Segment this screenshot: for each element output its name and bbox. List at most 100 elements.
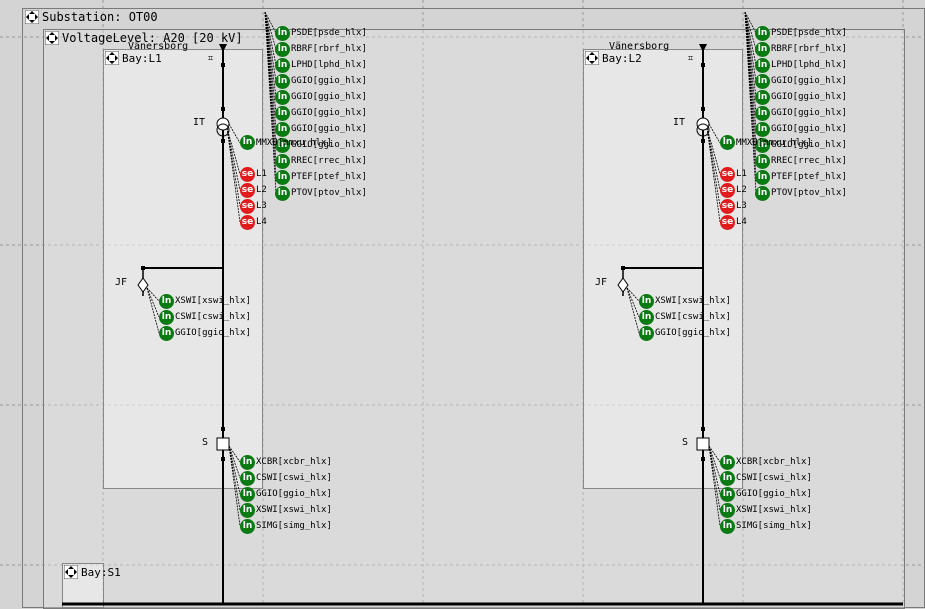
ln-node-badge[interactable]: ln — [240, 471, 255, 486]
se-node-badge[interactable]: se — [240, 167, 255, 182]
ln-node-badge[interactable]: ln — [755, 170, 770, 185]
ln-node-badge[interactable]: ln — [240, 519, 255, 534]
ln-node-badge[interactable]: ln — [275, 58, 290, 73]
ln-node-badge[interactable]: ln — [755, 186, 770, 201]
logical-node-label: RREC[rrec_hlx] — [771, 156, 847, 166]
ln-node-badge[interactable]: ln — [720, 503, 735, 518]
ln-node-badge[interactable]: ln — [275, 90, 290, 105]
ln-node-badge[interactable]: ln — [639, 310, 654, 325]
ln-node-badge[interactable]: ln — [275, 186, 290, 201]
se-node-badge[interactable]: se — [720, 167, 735, 182]
equipment-label-jf: JF — [115, 277, 128, 288]
logical-node-label: PSDE[psde_hlx] — [291, 28, 367, 38]
ln-node-badge[interactable]: ln — [755, 154, 770, 169]
ln-node-badge[interactable]: ln — [275, 122, 290, 137]
sensor-label: L2 — [256, 185, 267, 195]
logical-node-label: CSWI[cswi_hlx] — [655, 312, 731, 322]
logical-node-label: XSWI[xswi_hlx] — [655, 296, 731, 306]
equipment-label-jf: JF — [595, 277, 608, 288]
ln-node-badge[interactable]: ln — [639, 294, 654, 309]
ln-node-badge[interactable]: ln — [159, 294, 174, 309]
sensor-label: L4 — [256, 217, 267, 227]
logical-node-label: GGIO[ggio_hlx] — [736, 489, 812, 499]
logical-node-label: XSWI[xswi_hlx] — [256, 505, 332, 515]
ln-node-badge[interactable]: ln — [755, 26, 770, 41]
logical-node-label: PSDE[psde_hlx] — [771, 28, 847, 38]
ln-node-badge[interactable]: ln — [159, 326, 174, 341]
ln-node-badge[interactable]: ln — [755, 42, 770, 57]
sensor-label: L4 — [736, 217, 747, 227]
logical-node-label: GGIO[ggio_hlx] — [771, 108, 847, 118]
logical-node-label: GGIO[ggio_hlx] — [291, 124, 367, 134]
logical-node-label: XSWI[xswi_hlx] — [175, 296, 251, 306]
logical-node-label: XSWI[xswi_hlx] — [736, 505, 812, 515]
logical-node-label: GGIO[ggio_hlx] — [175, 328, 251, 338]
terminal-mark: ⌗ — [208, 54, 214, 64]
sensor-label: L1 — [736, 169, 747, 179]
logical-node-label: LPHD[lphd_hlx] — [771, 60, 847, 70]
se-node-badge[interactable]: se — [720, 199, 735, 214]
ln-node-badge[interactable]: ln — [275, 170, 290, 185]
logical-node-label: PTEF[ptef_hlx] — [291, 172, 367, 182]
logical-node-label: GGIO[ggio_hlx] — [291, 108, 367, 118]
diagram-overlay: ⌗ IT JF Sln PSDE[psde_hlx] ln RBRF[rbrf_hlx] ln… — [0, 0, 925, 606]
logical-node-label: PTOV[ptov_hlx] — [771, 188, 847, 198]
logical-node-label: PTEF[ptef_hlx] — [771, 172, 847, 182]
logical-node-label: GGIO[ggio_hlx] — [771, 76, 847, 86]
logical-node-label: XCBR[xcbr_hlx] — [256, 457, 332, 467]
equipment-label-s: S — [682, 437, 689, 448]
sensor-label: L1 — [256, 169, 267, 179]
se-node-badge[interactable]: se — [720, 183, 735, 198]
logical-node-label: LPHD[lphd_hlx] — [291, 60, 367, 70]
logical-node-label: MMXU[mmxu_hlx] — [736, 138, 812, 148]
ln-node-badge[interactable]: ln — [755, 74, 770, 89]
logical-node-label: GGIO[ggio_hlx] — [655, 328, 731, 338]
ln-node-badge[interactable]: ln — [720, 135, 735, 150]
logical-node-label: MMXU[mmxu_hlx] — [256, 138, 332, 148]
logical-node-label: GGIO[ggio_hlx] — [771, 92, 847, 102]
logical-node-label: CSWI[cswi_hlx] — [736, 473, 812, 483]
se-node-badge[interactable]: se — [720, 215, 735, 230]
se-node-badge[interactable]: se — [240, 183, 255, 198]
logical-node-label: GGIO[ggio_hlx] — [291, 92, 367, 102]
equipment-label-it: IT — [193, 117, 206, 128]
ln-node-badge[interactable]: ln — [720, 471, 735, 486]
equipment-label-it: IT — [673, 117, 686, 128]
ln-node-badge[interactable]: ln — [639, 326, 654, 341]
logical-node-label: PTOV[ptov_hlx] — [291, 188, 367, 198]
sensor-label: L3 — [736, 201, 747, 211]
terminal-mark: ⌗ — [688, 54, 694, 64]
ln-node-badge[interactable]: ln — [275, 154, 290, 169]
sensor-label: L3 — [256, 201, 267, 211]
ln-node-badge[interactable]: ln — [755, 58, 770, 73]
logical-node-label: CSWI[cswi_hlx] — [175, 312, 251, 322]
ln-node-badge[interactable]: ln — [275, 42, 290, 57]
ln-node-badge[interactable]: ln — [240, 503, 255, 518]
logical-node-label: SIMG[simg_hlx] — [736, 521, 812, 531]
ln-node-badge[interactable]: ln — [240, 487, 255, 502]
se-node-badge[interactable]: se — [240, 199, 255, 214]
logical-node-label: GGIO[ggio_hlx] — [291, 76, 367, 86]
logical-node-label: GGIO[ggio_hlx] — [256, 489, 332, 499]
ln-node-badge[interactable]: ln — [275, 106, 290, 121]
ln-node-badge[interactable]: ln — [755, 106, 770, 121]
logical-node-label: XCBR[xcbr_hlx] — [736, 457, 812, 467]
logical-node-label: RBRF[rbrf_hlx] — [291, 44, 367, 54]
ln-node-badge[interactable]: ln — [275, 74, 290, 89]
ln-node-badge[interactable]: ln — [240, 135, 255, 150]
ln-node-badge[interactable]: ln — [240, 455, 255, 470]
ln-node-badge[interactable]: ln — [720, 519, 735, 534]
logical-node-label: RBRF[rbrf_hlx] — [771, 44, 847, 54]
ln-node-badge[interactable]: ln — [720, 455, 735, 470]
ln-node-badge[interactable]: ln — [275, 26, 290, 41]
se-node-badge[interactable]: se — [240, 215, 255, 230]
ln-node-badge[interactable]: ln — [159, 310, 174, 325]
logical-node-label: SIMG[simg_hlx] — [256, 521, 332, 531]
ln-node-badge[interactable]: ln — [755, 90, 770, 105]
logical-node-label: RREC[rrec_hlx] — [291, 156, 367, 166]
equipment-label-s: S — [202, 437, 209, 448]
logical-node-label: GGIO[ggio_hlx] — [771, 124, 847, 134]
logical-node-label: CSWI[cswi_hlx] — [256, 473, 332, 483]
ln-node-badge[interactable]: ln — [755, 122, 770, 137]
ln-node-badge[interactable]: ln — [720, 487, 735, 502]
